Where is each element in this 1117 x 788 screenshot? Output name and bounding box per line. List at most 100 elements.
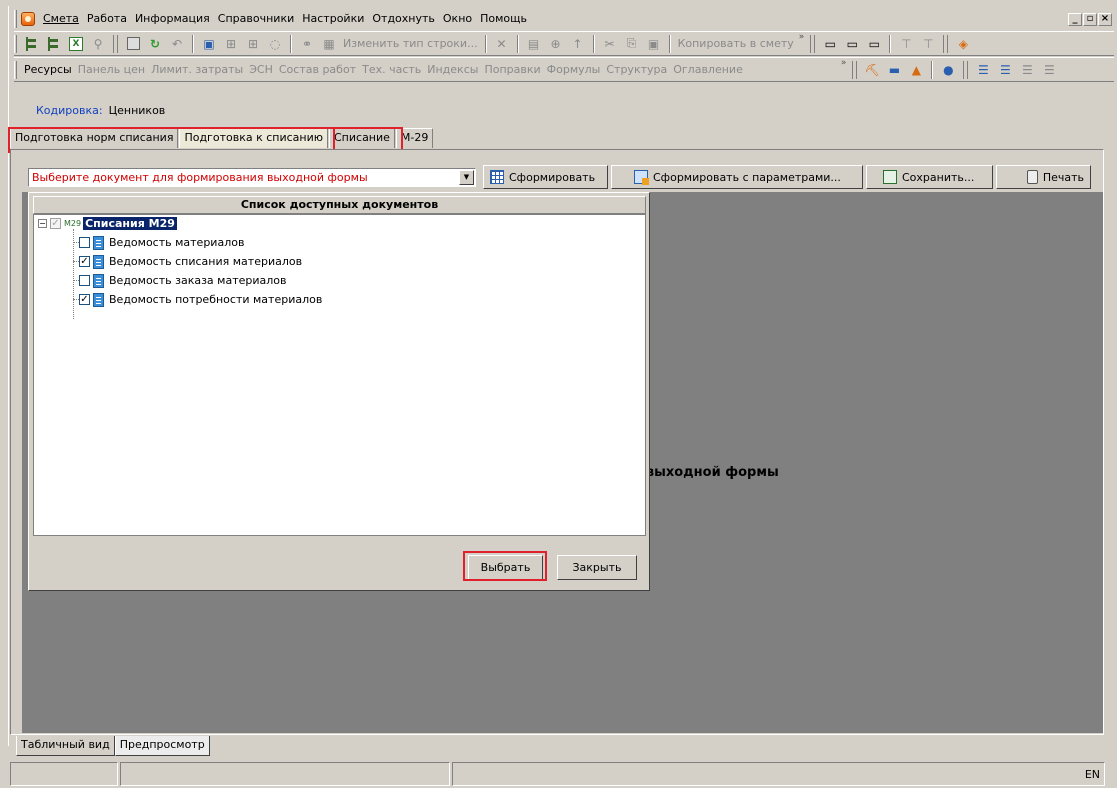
- save-button[interactable]: Сохранить...: [866, 165, 993, 189]
- item-checkbox[interactable]: [79, 237, 90, 248]
- form-params-button-label: Сформировать с параметрами...: [653, 170, 841, 184]
- insert-row2-icon[interactable]: ⊞: [244, 35, 262, 53]
- tab-preview[interactable]: Предпросмотр: [114, 736, 210, 756]
- tree-item[interactable]: Ведомость материалов: [79, 234, 244, 251]
- menu-grip[interactable]: [14, 10, 17, 28]
- outdent-icon[interactable]: ☰: [996, 61, 1014, 79]
- tree-root[interactable]: − ✓ M29 Списания М29: [38, 215, 177, 232]
- tree-item[interactable]: ✓ Ведомость списания материалов: [79, 253, 302, 270]
- item-label: Ведомость списания материалов: [109, 255, 303, 268]
- tree-icon[interactable]: [23, 35, 41, 53]
- undo-icon[interactable]: ↶: [168, 35, 186, 53]
- save-icon[interactable]: [124, 35, 142, 53]
- tab-table-view[interactable]: Табличный вид: [16, 736, 115, 756]
- document-select-placeholder: Выберите документ для формирования выход…: [32, 171, 368, 184]
- copy-to-estimate-button[interactable]: Копировать в смету: [675, 37, 797, 50]
- m29-icon: M29: [64, 219, 82, 228]
- menu-otdokhnut[interactable]: Отдохнуть: [368, 10, 439, 28]
- menu-okno[interactable]: Окно: [439, 10, 476, 28]
- section-panel-tsen[interactable]: Панель цен: [75, 63, 148, 76]
- print-button[interactable]: Печать: [996, 165, 1091, 189]
- menu-spravochniki[interactable]: Справочники: [214, 10, 298, 28]
- toolbar-overflow-icon[interactable]: »: [799, 32, 805, 42]
- section-popravki[interactable]: Поправки: [481, 63, 543, 76]
- table-icon[interactable]: ▦: [320, 35, 338, 53]
- collapse-icon[interactable]: −: [38, 219, 47, 228]
- document-select[interactable]: Выберите документ для формирования выход…: [28, 168, 476, 187]
- tree-add-icon[interactable]: [45, 35, 63, 53]
- section-limit-zatraty[interactable]: Лимит. затраты: [148, 63, 246, 76]
- close-window-button[interactable]: ×: [1098, 12, 1112, 26]
- document-icon: [93, 292, 104, 307]
- toolbar-grip[interactable]: [14, 34, 17, 53]
- menu-rabota[interactable]: Работа: [83, 10, 131, 28]
- truck-icon[interactable]: ▬: [885, 61, 903, 79]
- menu-informatsiya[interactable]: Информация: [131, 10, 214, 28]
- section-sostav-rabot[interactable]: Состав работ: [276, 63, 359, 76]
- section-tekh-chast[interactable]: Тех. часть: [359, 63, 424, 76]
- status-cell: EN: [452, 762, 1105, 786]
- coding-row: Кодировка: Ценников: [36, 104, 165, 120]
- item-checkbox[interactable]: ✓: [79, 256, 90, 267]
- print-icon: [1027, 170, 1038, 184]
- excel-icon[interactable]: X: [67, 35, 85, 53]
- search-icon[interactable]: ⚲: [89, 35, 107, 53]
- section-indeksy[interactable]: Индексы: [424, 63, 481, 76]
- tree-expand-icon[interactable]: ⊤: [897, 35, 915, 53]
- vehicle-icon[interactable]: ●: [939, 61, 957, 79]
- np-icon[interactable]: ▭: [865, 35, 883, 53]
- item-label: Ведомость потребности материалов: [109, 293, 323, 306]
- section-esn[interactable]: ЭСН: [246, 63, 276, 76]
- comment-icon[interactable]: ◌: [266, 35, 284, 53]
- list2-icon[interactable]: ☰: [1040, 61, 1058, 79]
- pr-icon[interactable]: ▭: [843, 35, 861, 53]
- form-button[interactable]: Сформировать: [483, 165, 608, 189]
- toolbar-separator: [484, 34, 487, 53]
- refresh-icon[interactable]: ↻: [146, 35, 164, 53]
- document-list-dialog: Список доступных документов − ✓ M29 Спис…: [28, 192, 650, 591]
- copy-icon[interactable]: ⎘: [623, 35, 641, 53]
- tree-collapse-icon[interactable]: ⊤: [919, 35, 937, 53]
- minimize-button[interactable]: _: [1068, 12, 1082, 26]
- tree-item[interactable]: Ведомость заказа материалов: [79, 272, 287, 289]
- pc-icon[interactable]: ▭: [821, 35, 839, 53]
- item-checkbox[interactable]: [79, 275, 90, 286]
- paste-icon[interactable]: ▣: [645, 35, 663, 53]
- form-params-button[interactable]: Сформировать с параметрами...: [611, 165, 863, 189]
- link-icon[interactable]: ⚭: [298, 35, 316, 53]
- close-button[interactable]: Закрыть: [557, 555, 637, 580]
- section-struktura[interactable]: Структура: [603, 63, 670, 76]
- cut-icon[interactable]: ✂: [601, 35, 619, 53]
- root-checkbox[interactable]: ✓: [50, 218, 61, 229]
- change-row-type-button[interactable]: Изменить тип строки...: [340, 37, 481, 50]
- calculator-icon[interactable]: ▤: [525, 35, 543, 53]
- cancel-icon[interactable]: ✕: [493, 35, 511, 53]
- section-oglavlenie[interactable]: Оглавление: [670, 63, 746, 76]
- chevron-down-icon[interactable]: ▼: [459, 170, 474, 185]
- menu-pomoshch[interactable]: Помощь: [476, 10, 531, 28]
- indent-icon[interactable]: ☰: [974, 61, 992, 79]
- layers-icon[interactable]: ◈: [954, 35, 972, 53]
- add-icon[interactable]: ⊕: [547, 35, 565, 53]
- section-resursy[interactable]: Ресурсы: [21, 63, 75, 76]
- toolbar-overflow-icon[interactable]: »: [841, 58, 847, 68]
- menu-nastroyki[interactable]: Настройки: [298, 10, 368, 28]
- crane-icon[interactable]: ⛏: [863, 61, 881, 79]
- toolbar-grip[interactable]: [14, 60, 17, 79]
- restore-button[interactable]: ▫: [1083, 12, 1097, 26]
- insert-row-icon[interactable]: ⊞: [222, 35, 240, 53]
- section-formuly[interactable]: Формулы: [544, 63, 604, 76]
- delete-row-icon[interactable]: ▣: [200, 35, 218, 53]
- list-icon[interactable]: ☰: [1018, 61, 1036, 79]
- toolbar-main: X ⚲ ↻ ↶ ▣ ⊞ ⊞ ◌ ⚭ ▦ Изменить тип строки.…: [14, 31, 1114, 56]
- window-edge: [0, 6, 9, 746]
- item-checkbox[interactable]: ✓: [79, 294, 90, 305]
- menu-smeta[interactable]: Смета: [39, 10, 83, 28]
- root-label: Списания М29: [83, 217, 177, 230]
- tree-item[interactable]: ✓ Ведомость потребности материалов: [79, 291, 322, 308]
- app-icon[interactable]: [21, 12, 35, 26]
- hat-icon[interactable]: ▲: [907, 61, 925, 79]
- status-cell: [10, 762, 118, 786]
- move-up-icon[interactable]: ↑: [569, 35, 587, 53]
- document-icon: [93, 273, 104, 288]
